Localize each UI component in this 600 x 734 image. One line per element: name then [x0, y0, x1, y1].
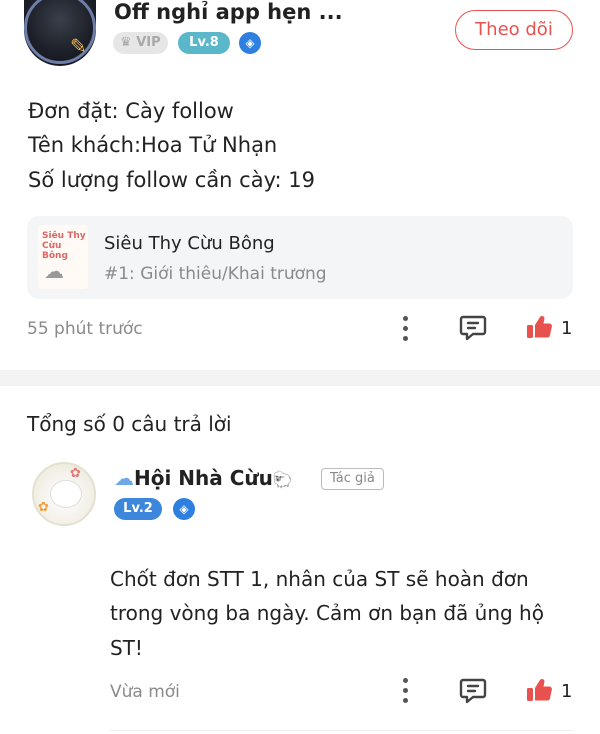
reply-timestamp: Vừa mới: [110, 682, 180, 702]
post-body-line-2: Tên khách:Hoa Tử Nhạn: [28, 133, 278, 157]
vip-label: VIP: [136, 35, 161, 50]
reply-text-line-3: ST!: [110, 636, 143, 660]
level-badge: Lv.8: [178, 32, 230, 54]
linked-post-title[interactable]: Siêu Thy Cừu Bông: [104, 233, 275, 254]
section-divider: [0, 370, 600, 386]
post-author-avatar[interactable]: ✎: [24, 0, 96, 66]
thumbnail-lettering: Siêu Thy Cừu Bông: [42, 231, 86, 261]
reply-author-name-text: Hội Nhà Cừu: [134, 466, 273, 490]
reply-author-avatar[interactable]: ✿ ✿: [32, 462, 96, 526]
comment-icon[interactable]: [459, 313, 487, 341]
more-options-icon[interactable]: [403, 678, 409, 708]
reply-divider: [110, 730, 573, 731]
post-author-name[interactable]: Off nghỉ app hẹn ...: [114, 0, 343, 24]
more-options-icon[interactable]: [403, 316, 409, 346]
reply-author-name[interactable]: ☁Hội Nhà Cừu🐑: [114, 466, 293, 490]
sheep-drawing-icon: ☁: [44, 259, 64, 283]
pencil-decoration-icon: ✎: [70, 34, 87, 58]
reply-like-count: 1: [561, 681, 573, 702]
crown-icon: ♛: [120, 35, 132, 50]
flower-decoration-icon: ✿: [70, 466, 81, 481]
flower-decoration-icon: ✿: [38, 500, 49, 515]
reply-text-line-1: Chốt đơn STT 1, nhân của ST sẽ hoàn đơn: [110, 567, 529, 591]
linked-post-subtitle: #1: Giới thiêu/Khai trương: [104, 264, 327, 284]
post-body-line-1: Đơn đặt: Cày follow: [28, 99, 234, 123]
linked-post-card[interactable]: [27, 216, 573, 299]
drop-badge-icon: ◈: [173, 498, 195, 520]
post-body-line-3: Số lượng follow cần cày: 19: [28, 168, 315, 192]
follow-button[interactable]: Theo dõi: [455, 10, 573, 50]
reply-text-line-2: trong vòng ba ngày. Cảm ơn bạn đã ủng hộ: [110, 601, 544, 625]
vip-badge: ♛ VIP: [113, 32, 168, 54]
post-like-count: 1: [561, 318, 573, 339]
answers-count-header: Tổng số 0 câu trả lời: [27, 412, 232, 436]
reply-level-badge: Lv.2: [114, 498, 162, 520]
author-role-badge: Tác giả: [321, 468, 384, 490]
sheep-icon: 🐑: [272, 470, 293, 489]
drop-badge-icon: ◈: [239, 32, 261, 54]
sheep-avatar-icon: [50, 480, 82, 508]
post-timestamp: 55 phút trước: [27, 319, 143, 339]
linked-post-thumbnail: Siêu Thy Cừu Bông ☁: [38, 225, 88, 289]
like-thumb-icon[interactable]: [525, 676, 553, 704]
comment-icon[interactable]: [459, 676, 487, 704]
like-thumb-icon[interactable]: [525, 313, 553, 341]
cloud-icon: ☁: [114, 466, 134, 490]
